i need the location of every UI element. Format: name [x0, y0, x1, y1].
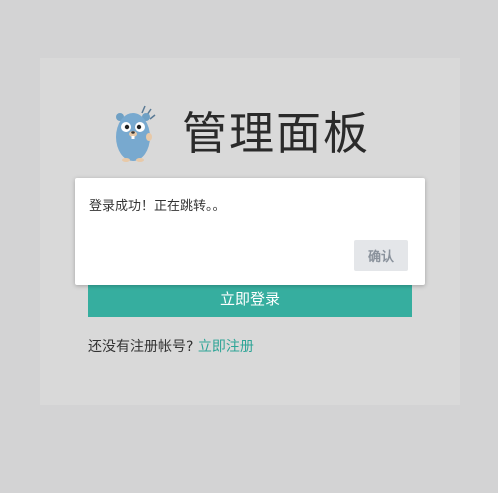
- register-prompt: 还没有注册帐号? 立即注册: [88, 336, 254, 356]
- register-prompt-text: 还没有注册帐号?: [88, 339, 194, 355]
- register-link[interactable]: 立即注册: [198, 339, 254, 355]
- brand-header: 管理面板: [108, 103, 370, 165]
- success-dialog: 登录成功！正在跳转。。 确认: [75, 178, 425, 285]
- confirm-button[interactable]: 确认: [354, 240, 408, 271]
- page-title: 管理面板: [182, 107, 371, 160]
- dialog-message: 登录成功！正在跳转。。: [89, 199, 226, 214]
- gopher-logo-icon: [116, 105, 156, 162]
- login-button[interactable]: 立即登录: [88, 283, 412, 317]
